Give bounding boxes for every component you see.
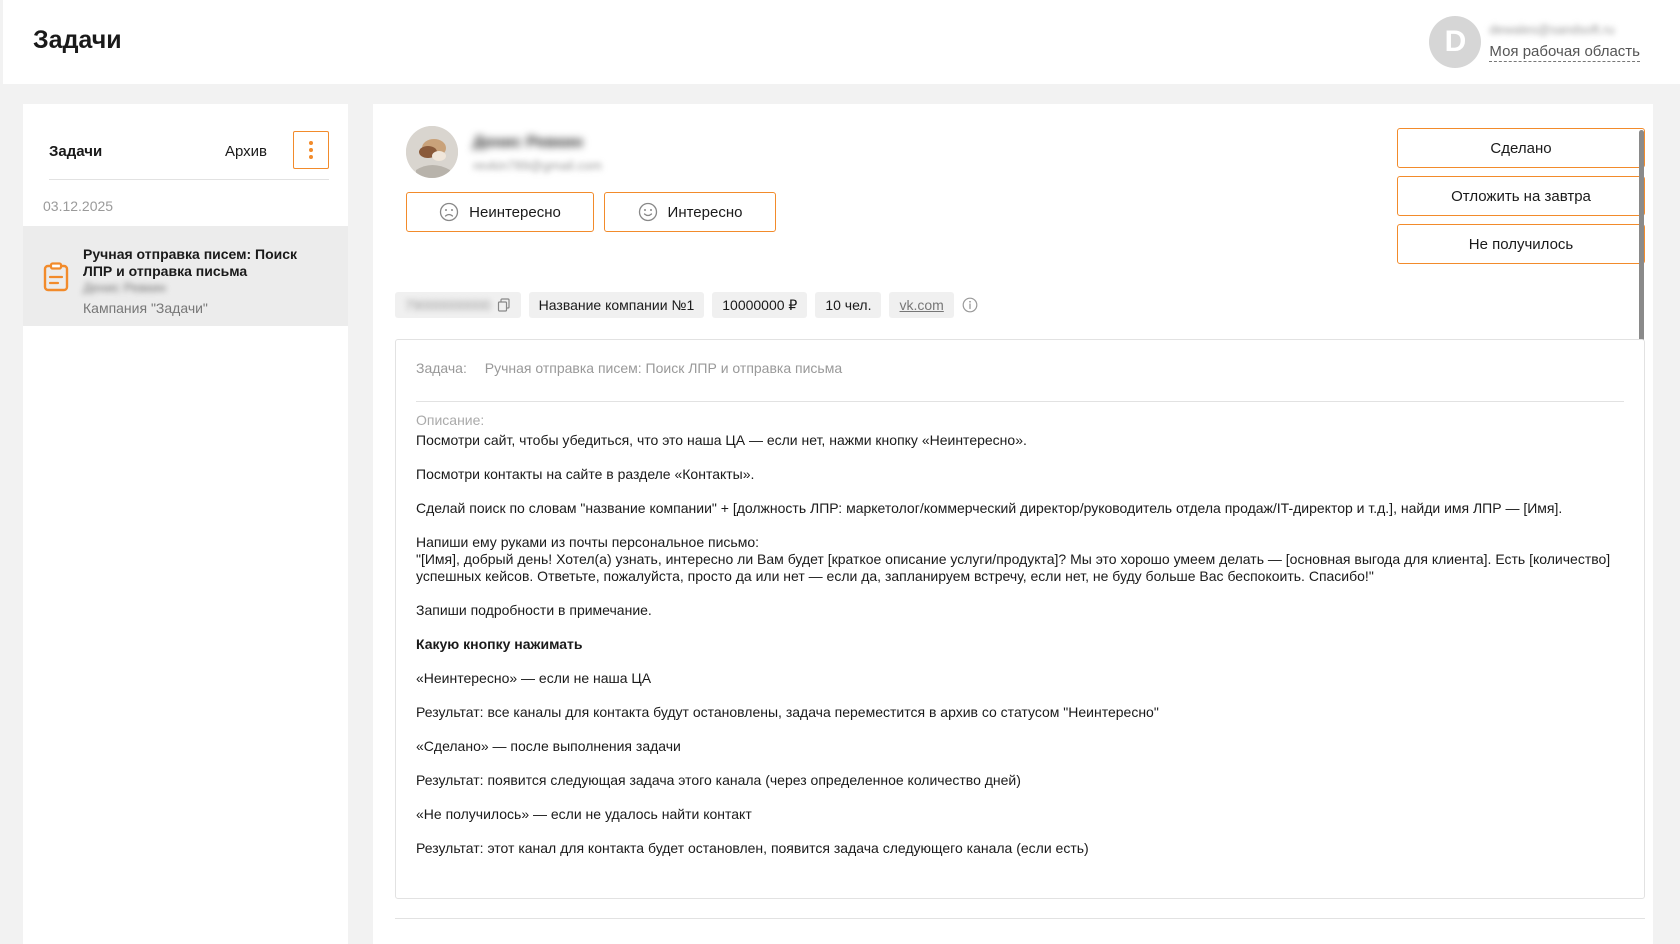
clipboard-icon — [43, 262, 69, 292]
task-value: Ручная отправка писем: Поиск ЛПР и отпра… — [484, 360, 843, 376]
user-email: dewales@sandsoft.ru — [1489, 22, 1615, 37]
phone-value: 79000000000 — [405, 297, 491, 313]
task-name-row: Задача: Ручная отправка писем: Поиск ЛПР… — [416, 360, 1624, 402]
date-group-label: 03.12.2025 — [43, 198, 114, 214]
smile-face-icon — [638, 202, 657, 222]
task-label: Задача: — [416, 360, 467, 376]
postpone-button[interactable]: Отложить на завтра — [1397, 176, 1645, 216]
divider — [395, 918, 1645, 919]
sidebar-tabs: Задачи Архив — [49, 128, 329, 180]
contact-photo-icon — [406, 126, 458, 178]
desc-paragraph: Посмотри сайт, чтобы убедиться, что это … — [416, 432, 1027, 448]
site-link[interactable]: vk.com — [889, 292, 954, 318]
task-detail-panel: Денис Ревкин revkin789@gmail.com Неинтер… — [373, 104, 1653, 944]
desc-paragraph: Запиши подробности в примечание. — [416, 602, 652, 618]
description-label: Описание: — [416, 412, 485, 428]
tab-tasks[interactable]: Задачи — [49, 143, 102, 160]
desc-paragraph: Результат: этот канал для контакта будет… — [416, 840, 1089, 856]
desc-paragraph: «Сделано» — после выполнения задачи — [416, 738, 681, 754]
desc-paragraph: Результат: появится следующая задача это… — [416, 772, 1021, 788]
desc-paragraph: Напиши ему руками из почты персональное … — [416, 534, 1611, 584]
company-chip: Название компании №1 — [528, 292, 705, 318]
task-sidebar: Задачи Архив 03.12.2025 Ручная отправка … — [23, 104, 348, 944]
contact-info-chips: 79000000000 Название компании №1 1000000… — [395, 292, 978, 318]
not-interested-button[interactable]: Неинтересно — [406, 192, 594, 232]
top-bar: Задачи D dewales@sandsoft.ru Моя рабочая… — [3, 0, 1680, 84]
task-item-campaign: Кампания "Задачи" — [83, 300, 208, 316]
copy-icon[interactable] — [497, 298, 511, 312]
failed-button[interactable]: Не получилось — [1397, 224, 1645, 264]
contact-avatar — [406, 126, 458, 178]
desc-paragraph: Посмотри контакты на сайте в разделе «Ко… — [416, 466, 755, 482]
page-title: Задачи — [33, 26, 122, 54]
user-block[interactable]: D dewales@sandsoft.ru Моя рабочая област… — [1429, 16, 1640, 68]
phone-chip[interactable]: 79000000000 — [395, 292, 521, 318]
tab-archive[interactable]: Архив — [225, 143, 267, 160]
task-item-contact: Денис Ревкин — [83, 280, 166, 295]
task-list-item[interactable]: Ручная отправка писем: Поиск ЛПР и отпра… — [23, 226, 348, 326]
desc-paragraph: Сделай поиск по словам "название компани… — [416, 500, 1563, 516]
interested-label: Интересно — [667, 203, 743, 221]
contact-name: Денис Ревкин — [473, 134, 583, 151]
more-menu-button[interactable] — [293, 131, 329, 169]
info-icon[interactable] — [962, 297, 978, 313]
desc-heading: Какую кнопку нажимать — [416, 636, 583, 652]
revenue-chip: 10000000 ₽ — [712, 292, 808, 318]
sad-face-icon — [439, 202, 459, 222]
workspace-link[interactable]: Моя рабочая область — [1489, 43, 1640, 62]
done-button[interactable]: Сделано — [1397, 128, 1645, 168]
desc-paragraph: «Неинтересно» — если не наша ЦА — [416, 670, 652, 686]
desc-paragraph: «Не получилось» — если не удалось найти … — [416, 806, 752, 822]
description-body: Посмотри сайт, чтобы убедиться, что это … — [416, 432, 1626, 874]
interested-button[interactable]: Интересно — [604, 192, 776, 232]
task-description-box: Задача: Ручная отправка писем: Поиск ЛПР… — [395, 339, 1645, 899]
contact-email: revkin789@gmail.com — [473, 158, 602, 173]
desc-paragraph: Результат: все каналы для контакта будут… — [416, 704, 1159, 720]
user-avatar[interactable]: D — [1429, 16, 1482, 68]
not-interested-label: Неинтересно — [469, 203, 561, 221]
employees-chip: 10 чел. — [815, 292, 882, 318]
task-item-title: Ручная отправка писем: Поиск ЛПР и отпра… — [83, 246, 298, 279]
more-icon — [309, 141, 313, 145]
